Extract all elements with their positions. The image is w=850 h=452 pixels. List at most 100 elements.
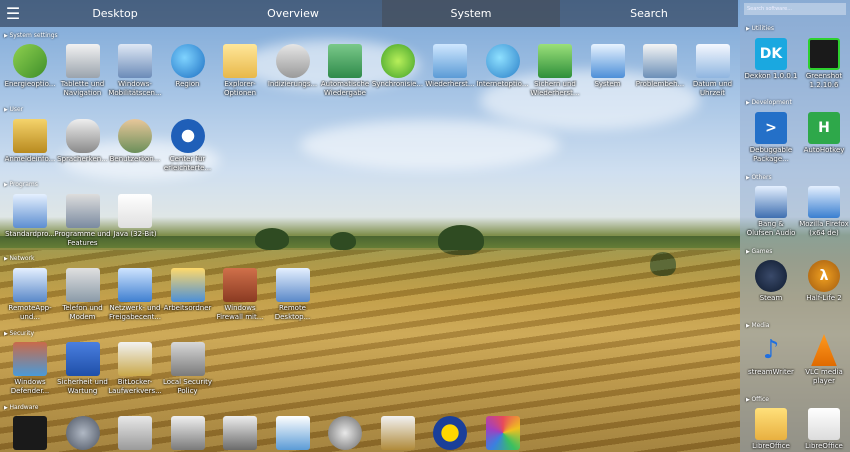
icon-label: LibreOffice (805, 442, 843, 450)
icon-label: Datum und Uhrzeit (692, 80, 733, 97)
panel-others-item-1[interactable]: Mozilla Firefox (x64 de) (797, 186, 850, 238)
tab-system[interactable]: System (382, 0, 560, 27)
microphone-icon (65, 119, 100, 153)
hardware-item-8[interactable] (421, 416, 479, 452)
security-item-2[interactable]: BitLocker-Laufwerkvers... (106, 342, 164, 396)
panel-media-item-1[interactable]: VLC media player (797, 334, 850, 386)
network-item-3[interactable]: Arbeitsordner (159, 268, 217, 322)
hardware-item-1[interactable] (54, 416, 112, 452)
program-item-1[interactable]: Programme und Features (54, 194, 112, 248)
backup-icon (538, 44, 572, 78)
document-icon (808, 408, 840, 440)
system-setting-item-0[interactable]: Energieoptio... (1, 44, 59, 98)
network-item-4[interactable]: Windows Firewall mit... (211, 268, 269, 322)
icon-label: Region (175, 80, 200, 88)
software-search-input[interactable]: Search software... (744, 3, 846, 15)
icon-label: Explorer-Optionen (223, 80, 257, 97)
programs-features-icon (65, 194, 100, 228)
panel-games-item-1[interactable]: λ Half-Life 2 (797, 260, 850, 312)
security-flag-icon (65, 342, 100, 376)
menu-icon[interactable]: ☰ (0, 0, 26, 27)
system-setting-item-1[interactable]: Tablette und Navigation (54, 44, 112, 98)
powershell-icon: > (755, 112, 787, 144)
panel-office-item-1[interactable]: LibreOffice (797, 408, 850, 452)
libreoffice-icon (755, 408, 787, 440)
user-item-3[interactable]: Center für erleichterte... (159, 119, 217, 173)
dk-icon: DK (755, 38, 787, 70)
panel-category-utilities: Utilities (746, 25, 774, 32)
color-app-icon (485, 416, 520, 450)
security-item-3[interactable]: Local Security Policy (159, 342, 217, 396)
icon-label: Indizierungs... (267, 80, 318, 88)
program-item-2[interactable]: Java (32-Bit) (106, 194, 164, 248)
greenshot-icon (808, 38, 840, 70)
hardware-item-2[interactable] (106, 416, 164, 452)
panel-games-item-0[interactable]: Steam (744, 260, 798, 312)
credential-icon (13, 119, 47, 153)
tab-desktop[interactable]: Desktop (26, 0, 204, 27)
tab-overview[interactable]: Overview (204, 0, 382, 27)
icon-label: Arbeitsordner (163, 304, 212, 312)
panel-others-item-0[interactable]: Bang & Olufsen Audio (744, 186, 798, 238)
network-item-5[interactable]: Remote Desktop... (264, 268, 322, 322)
phone-modem-icon (65, 268, 100, 302)
system-setting-item-2[interactable]: Windows-Mobilitätscen... (106, 44, 164, 98)
system-setting-item-13[interactable]: Datum und Uhrzeit (684, 44, 742, 98)
hardware-item-3[interactable] (159, 416, 217, 452)
icon-label: Half-Life 2 (806, 294, 842, 302)
program-item-0[interactable]: Standardpro... (1, 194, 59, 248)
panel-media-item-0[interactable]: ♪ streamWriter (744, 334, 798, 386)
hardware-item-7[interactable] (369, 416, 427, 452)
user-item-1[interactable]: Spracherken... (54, 119, 112, 173)
system-setting-item-3[interactable]: Region (159, 44, 217, 98)
internet-options-icon (485, 44, 520, 78)
panel-office-item-0[interactable]: LibreOffice (744, 408, 798, 452)
panel-utilities-item-0[interactable]: DK Dexkon 1.0.0.1 (744, 38, 798, 90)
icon-label: Java (32-Bit) (113, 230, 157, 238)
system-setting-item-8[interactable]: Wiederherst... (421, 44, 479, 98)
system-setting-item-9[interactable]: Internetoptio... (474, 44, 532, 98)
hardware-item-4[interactable] (211, 416, 269, 452)
panel-development-item-0[interactable]: > Debuggable Package... (744, 112, 798, 164)
system-setting-item-5[interactable]: Indizierungs... (264, 44, 322, 98)
network-item-2[interactable]: Netzwerk- und Freigabecent... (106, 268, 164, 322)
icon-label: Synchronisie... (371, 80, 424, 88)
hardware-item-0[interactable] (1, 416, 59, 452)
system-setting-item-6[interactable]: Automatische Wiedergabe (316, 44, 374, 98)
icon-label: Bang & Olufsen Audio (746, 220, 796, 237)
icon-label: BitLocker-Laufwerkvers... (108, 378, 162, 395)
system-icon (590, 44, 625, 78)
system-setting-item-10[interactable]: Sichern und Wiederherst... (526, 44, 584, 98)
system-setting-item-11[interactable]: System (579, 44, 637, 98)
hardware-item-5[interactable] (264, 416, 322, 452)
system-setting-item-12[interactable]: Problembeh... (631, 44, 689, 98)
security-item-0[interactable]: Windows Defender... (1, 342, 59, 396)
power-options-icon (13, 44, 47, 78)
tab-search[interactable]: Search (560, 0, 738, 27)
icon-glyph: λ (819, 268, 829, 284)
devices-icon (170, 416, 205, 450)
user-item-2[interactable]: Benutzerkon... (106, 119, 164, 173)
display-icon (275, 416, 310, 450)
icon-label: AutoHotkey (803, 146, 845, 154)
user-item-0[interactable]: Anmeldeinfo... (1, 119, 59, 173)
bo-audio-icon (755, 186, 787, 218)
hardware-item-6[interactable] (316, 416, 374, 452)
panel-utilities-item-1[interactable]: Greenshot 1.2.10.6 (797, 38, 850, 90)
network-item-1[interactable]: Telefon und Modem (54, 268, 112, 322)
system-setting-item-4[interactable]: Explorer-Optionen (211, 44, 269, 98)
icon-label: Windows-Mobilitätscen... (108, 80, 162, 97)
hardware-item-9[interactable] (474, 416, 532, 452)
security-item-1[interactable]: Sicherheit und Wartung (54, 342, 112, 396)
icon-label: System (594, 80, 621, 88)
icon-label: Center für erleichterte... (163, 155, 212, 172)
autoplay-icon (328, 44, 362, 78)
system-setting-item-7[interactable]: Synchronisie... (369, 44, 427, 98)
icon-label: Dexkon 1.0.0.1 (744, 72, 798, 80)
panel-development-item-1[interactable]: H AutoHotkey (797, 112, 850, 164)
network-item-0[interactable]: RemoteApp-und... (1, 268, 59, 322)
sound-icon (328, 416, 362, 450)
category-system-settings: System settings (4, 32, 57, 39)
printer-icon (223, 416, 257, 450)
mouse-icon (65, 416, 100, 450)
